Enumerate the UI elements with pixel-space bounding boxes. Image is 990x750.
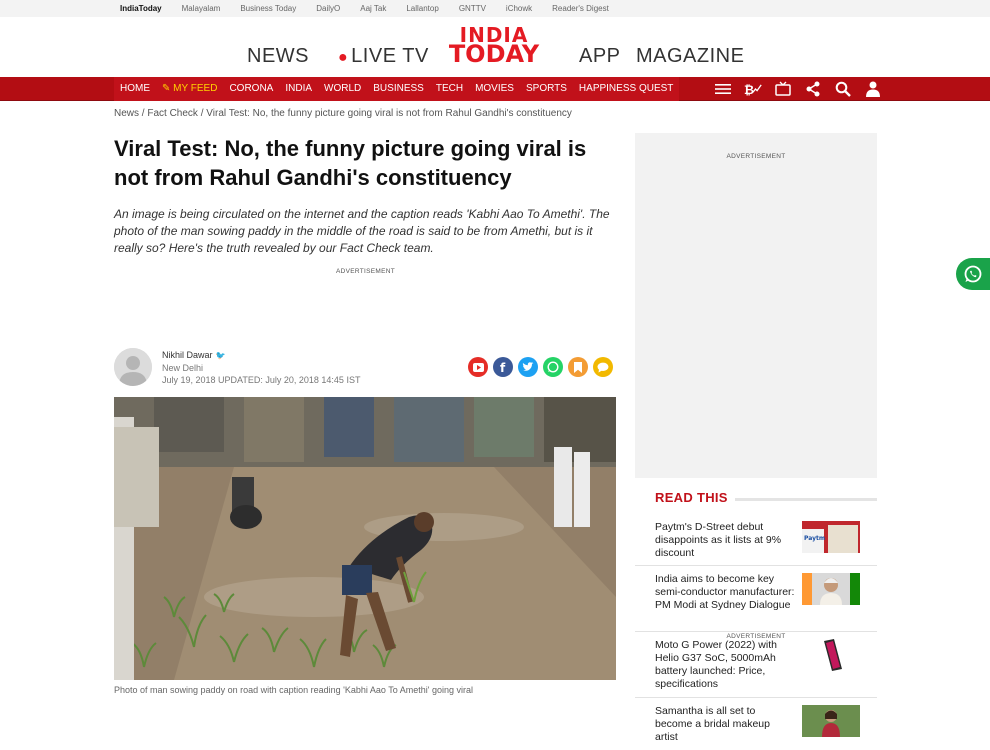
network-strip: IndiaToday Malayalam Business Today Dail… — [0, 0, 990, 17]
crypto-icon[interactable]: ₿ — [744, 80, 762, 98]
nav-tech[interactable]: TECH — [430, 77, 469, 101]
bookmark-icon[interactable] — [568, 357, 588, 377]
advertisement-label: ADVERTISEMENT — [336, 268, 396, 275]
comment-icon[interactable] — [593, 357, 613, 377]
nav-world[interactable]: WORLD — [318, 77, 367, 101]
sidebar-story-thumbnail[interactable]: Paytm — [802, 521, 860, 553]
share-icon[interactable] — [804, 80, 822, 98]
sidebar-story-thumbnail[interactable] — [802, 705, 860, 737]
network-link-readers-digest[interactable]: Reader's Digest — [552, 4, 609, 13]
whatsapp-float-button[interactable] — [956, 258, 990, 290]
nav-icons: ₿ — [714, 77, 882, 101]
sidebar-story-thumbnail[interactable] — [802, 573, 860, 605]
breadcrumb-fact-check[interactable]: Fact Check — [147, 108, 198, 119]
youtube-icon[interactable] — [468, 357, 488, 377]
pencil-icon: ✎ — [162, 83, 174, 94]
sidebar-story-title[interactable]: India aims to become key semi-conductor … — [655, 573, 795, 612]
user-icon[interactable] — [864, 80, 882, 98]
news-link[interactable]: NEWS — [247, 45, 309, 68]
magazine-link[interactable]: MAGAZINE — [636, 45, 744, 68]
sidebar-advertisement-bottom: ADVERTISEMENT — [726, 633, 786, 640]
nav-business[interactable]: BUSINESS — [367, 77, 430, 101]
nav-my-feed-label: MY FEED — [173, 83, 218, 94]
article-headline: Viral Test: No, the funny picture going … — [114, 136, 587, 190]
read-this-heading: READ THIS — [655, 490, 728, 505]
sidebar-story-thumbnail[interactable] — [802, 639, 860, 671]
logo-line-2: TODAY — [448, 40, 540, 68]
sidebar-story-title[interactable]: Samantha is all set to become a bridal m… — [655, 705, 795, 744]
svg-text:₿: ₿ — [744, 83, 754, 97]
twitter-icon[interactable] — [518, 357, 538, 377]
article-dateline: July 19, 2018 UPDATED: July 20, 2018 14:… — [162, 375, 361, 385]
sidebar-advertisement-top: ADVERTISEMENT — [726, 153, 786, 160]
search-icon[interactable] — [834, 80, 852, 98]
sidebar-story[interactable]: Paytm's D-Street debut disappoints as it… — [635, 514, 877, 566]
network-link-lallantop[interactable]: Lallantop — [406, 4, 438, 13]
read-this-widget: READ THIS Paytm's D-Street debut disappo… — [635, 478, 877, 750]
share-bar: f — [468, 357, 613, 377]
menu-icon[interactable] — [714, 80, 732, 98]
twitter-bird-icon[interactable]: 🐦 — [216, 351, 226, 360]
sidebar-story[interactable]: India aims to become key semi-conductor … — [635, 566, 877, 632]
network-link-dailyo[interactable]: DailyO — [316, 4, 340, 13]
author-avatar[interactable] — [114, 348, 152, 386]
nav-my-feed[interactable]: ✎ MY FEED — [156, 77, 223, 101]
sidebar-story[interactable]: Samantha is all set to become a bridal m… — [635, 698, 877, 750]
nav-corona[interactable]: CORONA — [223, 77, 279, 101]
sidebar-story-title[interactable]: Moto G Power (2022) with Helio G37 SoC, … — [655, 639, 795, 691]
masthead: NEWS ● LIVE TV INDIA TODAY APP MAGAZINE — [0, 17, 990, 77]
nav-home[interactable]: HOME — [114, 77, 156, 101]
image-caption: Photo of man sowing paddy on road with c… — [114, 685, 474, 695]
nav-happiness-quest[interactable]: HAPPINESS QUEST — [573, 77, 679, 101]
article-hero-image[interactable] — [114, 397, 616, 680]
author-location: New Delhi — [162, 363, 204, 373]
network-link-ichowk[interactable]: iChowk — [506, 4, 532, 13]
nav-sports[interactable]: SPORTS — [520, 77, 573, 101]
network-link-business-today[interactable]: Business Today — [240, 4, 296, 13]
author-name[interactable]: Nikhil Dawar — [162, 350, 213, 360]
tv-icon[interactable] — [774, 80, 792, 98]
svg-text:f: f — [500, 361, 506, 373]
network-link-aaj-tak[interactable]: Aaj Tak — [360, 4, 386, 13]
main-nav: HOME ✎ MY FEED CORONA INDIA WORLD BUSINE… — [0, 77, 990, 101]
svg-text:Paytm: Paytm — [804, 535, 825, 542]
nav-movies[interactable]: MOVIES — [469, 77, 520, 101]
app-link[interactable]: APP — [579, 45, 621, 68]
hero-photo-illustration — [114, 397, 616, 680]
author-info: Nikhil Dawar 🐦 New Delhi July 19, 2018 UP… — [162, 349, 360, 386]
sidebar-story[interactable]: Moto G Power (2022) with Helio G37 SoC, … — [635, 632, 877, 698]
breadcrumb: News / Fact Check / Viral Test: No, the … — [114, 108, 572, 119]
breadcrumb-current: Viral Test: No, the funny picture going … — [206, 108, 572, 119]
network-link-gnttv[interactable]: GNTTV — [459, 4, 486, 13]
india-today-logo[interactable]: INDIA TODAY — [444, 25, 544, 68]
nav-india[interactable]: INDIA — [279, 77, 318, 101]
live-tv-link[interactable]: ● LIVE TV — [338, 45, 429, 68]
sidebar-story-title[interactable]: Paytm's D-Street debut disappoints as it… — [655, 521, 795, 560]
nav-items: HOME ✎ MY FEED CORONA INDIA WORLD BUSINE… — [114, 77, 680, 101]
article-summary: An image is being circulated on the inte… — [114, 207, 610, 255]
live-tv-label: LIVE TV — [351, 45, 429, 67]
breadcrumb-news[interactable]: News — [114, 108, 139, 119]
sidebar: ADVERTISEMENT READ THIS Paytm's D-Street… — [635, 133, 877, 750]
network-link-indiatoday[interactable]: IndiaToday — [120, 4, 162, 13]
facebook-icon[interactable]: f — [493, 357, 513, 377]
live-dot-icon: ● — [338, 49, 349, 66]
read-this-divider — [735, 498, 877, 501]
whatsapp-icon[interactable] — [543, 357, 563, 377]
whatsapp-float-icon — [964, 265, 982, 283]
network-link-malayalam[interactable]: Malayalam — [182, 4, 221, 13]
